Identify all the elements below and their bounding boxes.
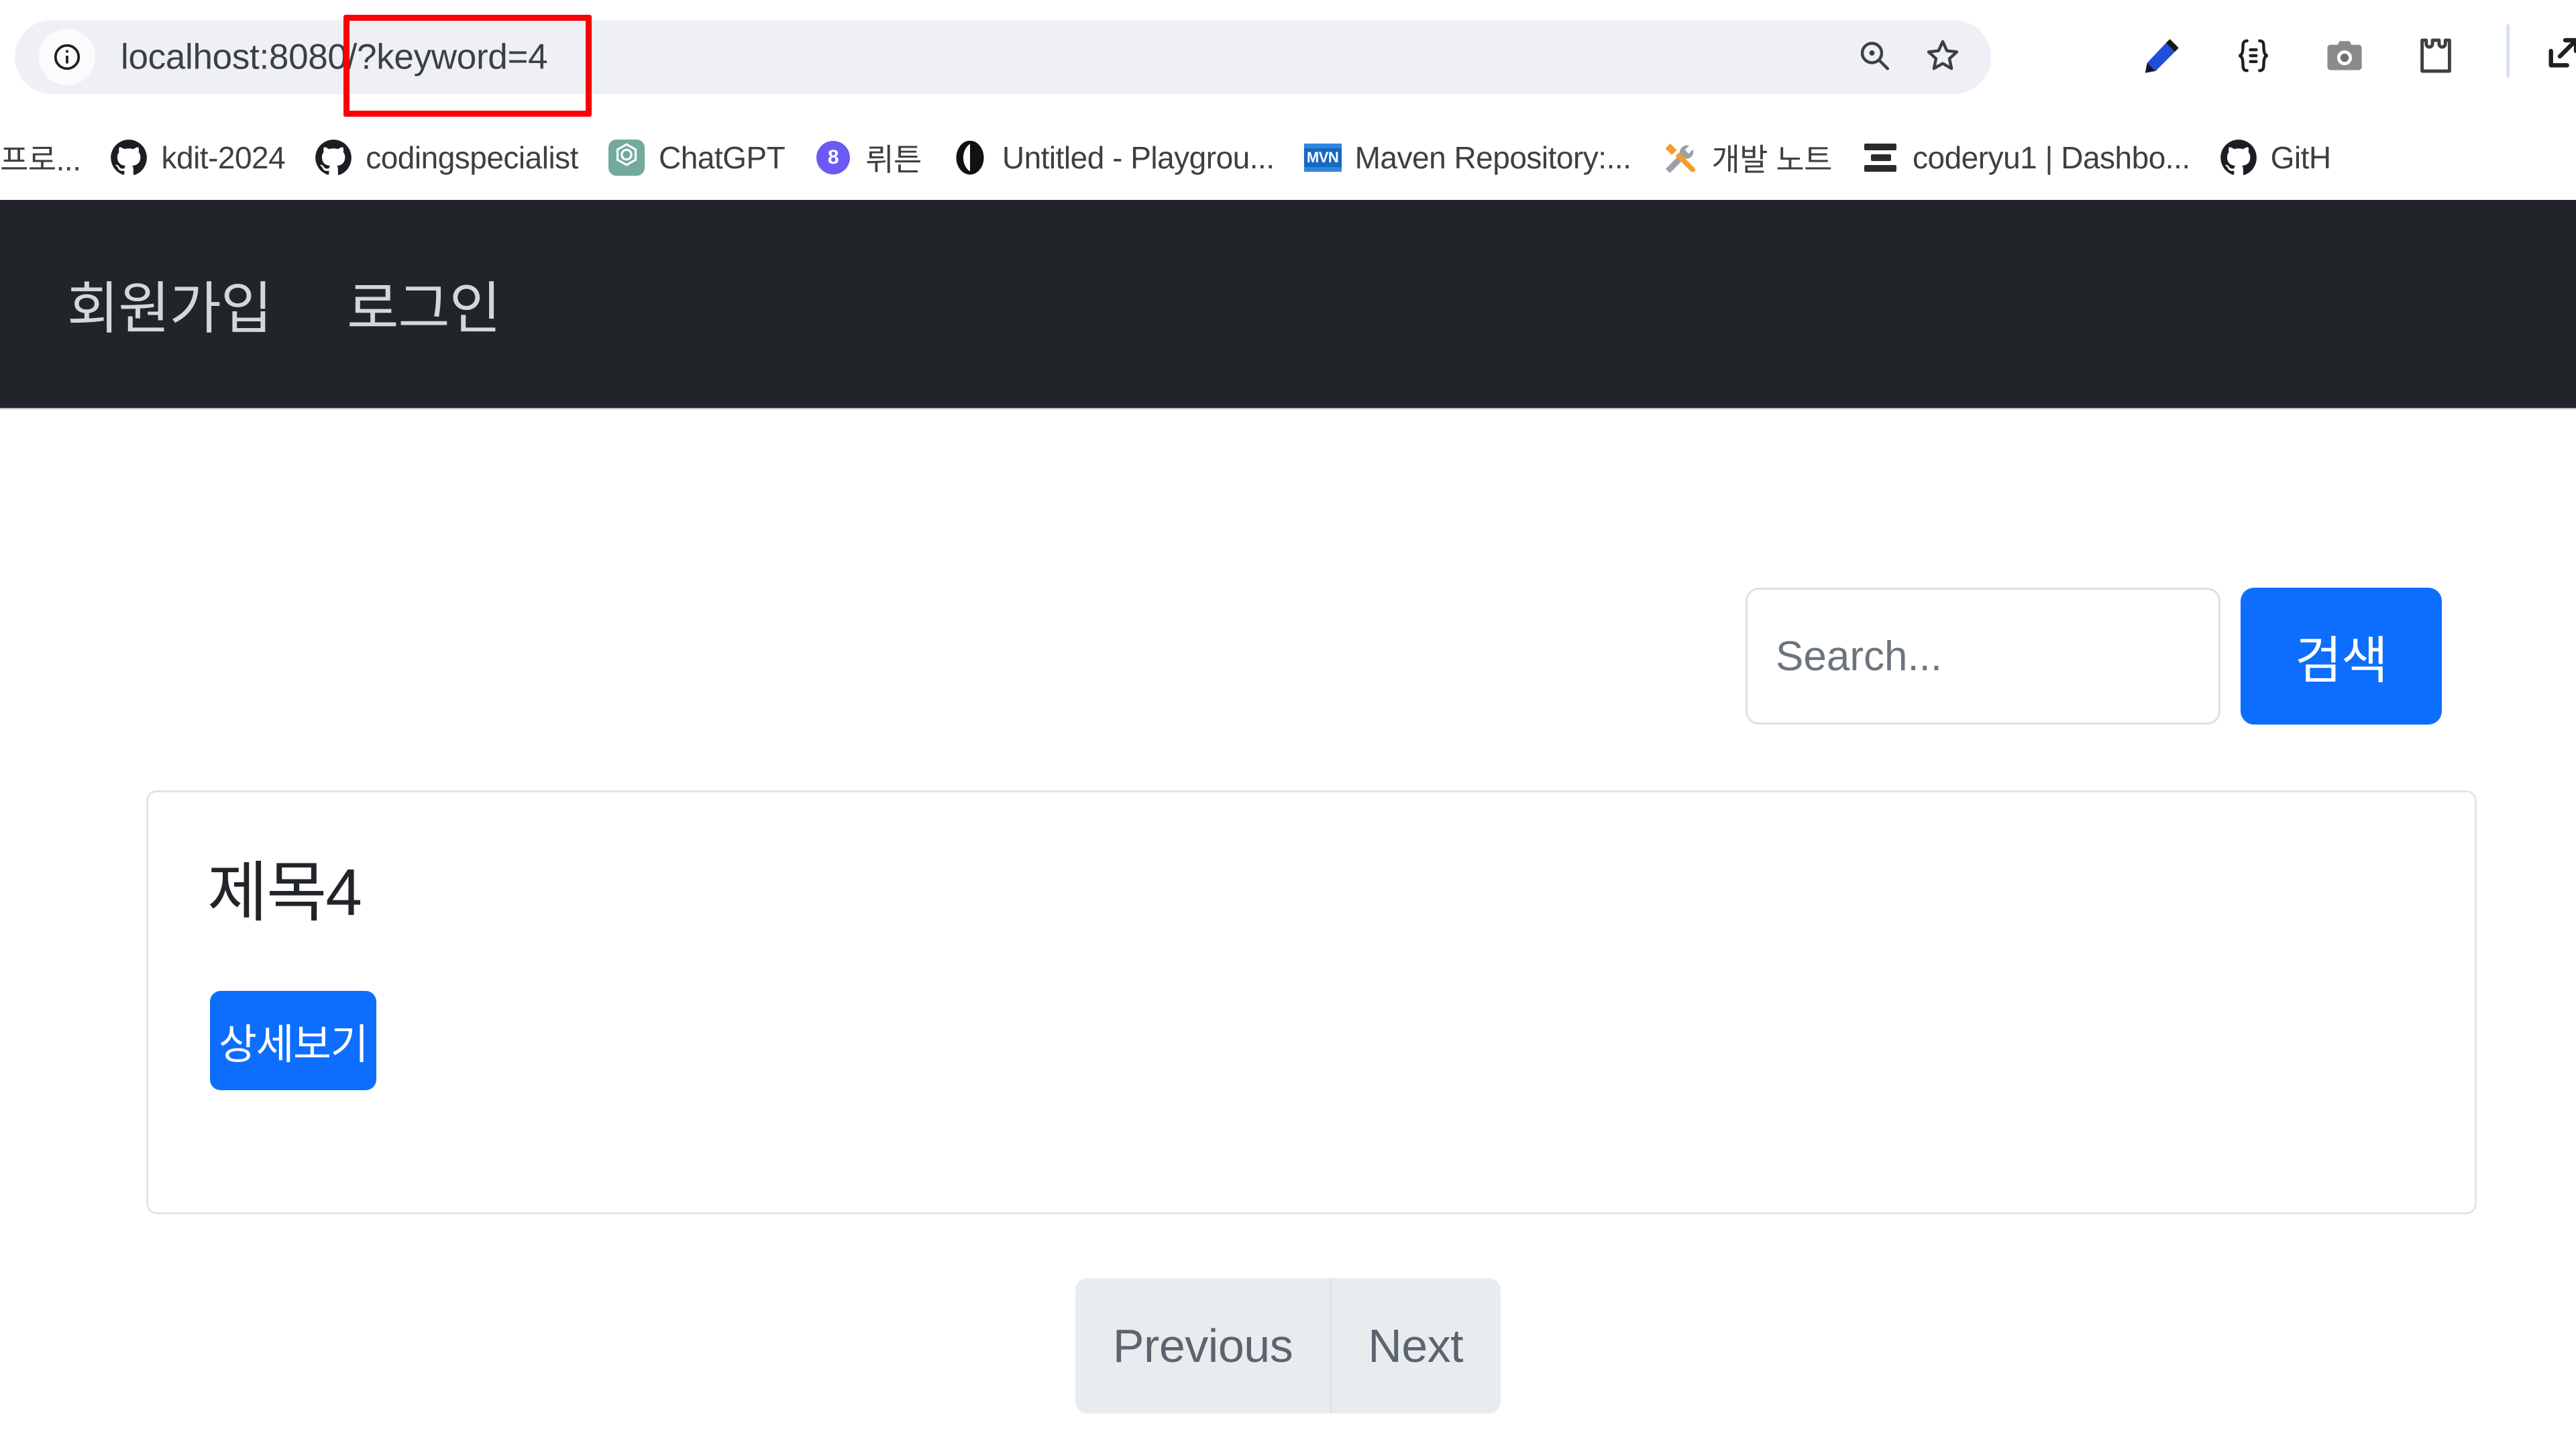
bookmark-label: 뤼튼 [865, 142, 922, 177]
browser-chrome: localhost:8080/?keyword=4 프로... kdit-202… [0, 0, 2576, 200]
wrtn-icon: 8 [814, 139, 852, 176]
pen-marker-icon[interactable] [2140, 34, 2184, 78]
maven-icon: MVN [1303, 139, 1342, 176]
bookmark-label: ChatGPT [658, 140, 786, 175]
pagination: Previous Next [0, 1278, 2576, 1414]
camera-icon[interactable] [2322, 34, 2367, 78]
bookmark-label: Untitled - Playgrou... [1002, 140, 1275, 175]
bookmark-item-github[interactable]: GitH [2205, 126, 2346, 189]
bookmark-label: 개발 노트 [1711, 142, 1832, 177]
search-button[interactable]: 검색 [2241, 588, 2442, 725]
bookmark-item-chatgpt[interactable]: ChatGPT [593, 126, 800, 189]
bookmark-item-kdit-2024[interactable]: kdit-2024 [95, 126, 300, 189]
bookmark-item-dashboard[interactable]: coderyu1 | Dashbo... [1847, 126, 2205, 189]
toolbar-divider [2506, 24, 2510, 78]
omnibox-action-icons [1856, 37, 1962, 78]
pagination-next-button[interactable]: Next [1330, 1278, 1501, 1414]
bookmark-item-wrtn[interactable]: 8 뤼튼 [800, 126, 936, 189]
info-circle-icon[interactable] [39, 29, 95, 85]
bookmark-item-프로[interactable]: 프로... [0, 126, 95, 189]
omnibox-row: localhost:8080/?keyword=4 [0, 0, 2576, 117]
url-query: ?keyword=4 [357, 37, 548, 77]
nav-link-signup[interactable]: 회원가입 [67, 264, 272, 345]
github-icon [2220, 139, 2257, 176]
bookmark-star-icon[interactable] [1924, 37, 1962, 78]
url-base: localhost:8080/ [121, 37, 358, 77]
bookmarks-bar: 프로... kdit-2024 codingspecialist ChatGPT… [0, 115, 2576, 200]
tools-icon [1660, 139, 1698, 176]
post-detail-button[interactable]: 상세보기 [210, 991, 376, 1090]
page-zoom-icon[interactable] [1856, 37, 1893, 78]
playground-icon [951, 139, 989, 176]
bookmark-item-codingspecialist[interactable]: codingspecialist [300, 126, 593, 189]
address-bar[interactable]: localhost:8080/?keyword=4 [15, 20, 1991, 94]
pager-group: Previous Next [1075, 1278, 1501, 1414]
bookmark-label: GitH [2270, 140, 2332, 175]
github-icon [110, 139, 148, 176]
notion-icon [1862, 139, 1899, 176]
search-input[interactable] [1746, 588, 2220, 725]
url-text[interactable]: localhost:8080/?keyword=4 [121, 37, 548, 78]
pagination-previous-button[interactable]: Previous [1075, 1278, 1331, 1414]
post-card: 제목4 상세보기 [146, 790, 2477, 1214]
bookmark-label: codingspecialist [366, 140, 578, 175]
browser-toolbar-icons [2140, 34, 2458, 78]
post-title: 제목4 [207, 855, 362, 929]
code-braces-icon[interactable] [2231, 34, 2275, 78]
bookmark-label: 프로... [0, 142, 81, 177]
chatgpt-icon [608, 139, 645, 176]
bookmark-item-playground[interactable]: Untitled - Playgrou... [936, 126, 1289, 189]
bookmark-item-maven[interactable]: MVN Maven Repository:... [1289, 126, 1646, 189]
bookmark-label: coderyu1 | Dashbo... [1913, 140, 2190, 175]
search-row: 검색 [0, 588, 2576, 725]
nav-link-login[interactable]: 로그인 [347, 264, 501, 345]
download-arrow-icon[interactable] [2544, 30, 2576, 76]
site-navbar: 회원가입 로그인 [0, 200, 2576, 408]
extensions-puzzle-icon[interactable] [2414, 34, 2458, 78]
bookmark-label: kdit-2024 [161, 140, 286, 175]
bookmark-label: Maven Repository:... [1354, 140, 1631, 175]
github-icon [315, 139, 352, 176]
bookmark-item-dev-note[interactable]: 개발 노트 [1646, 126, 1847, 189]
page-viewport: 회원가입 로그인 검색 제목4 상세보기 Previous Next [0, 200, 2576, 1429]
